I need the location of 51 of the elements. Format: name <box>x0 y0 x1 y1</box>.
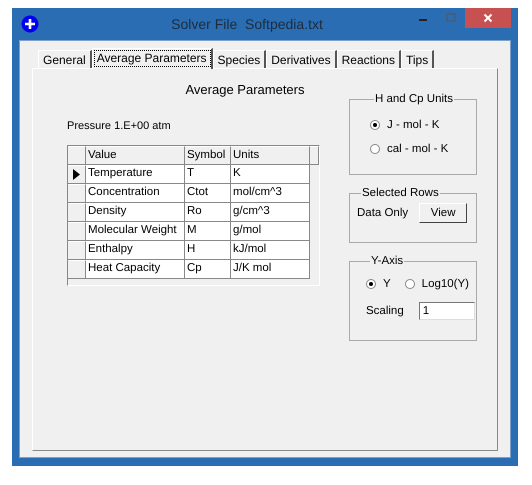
table-cell: g/cm^3 <box>231 203 310 222</box>
table-cell: Density <box>86 203 185 222</box>
radio-button[interactable] <box>404 279 415 289</box>
tab[interactable]: General <box>38 50 92 68</box>
section-heading: Average Parameters <box>184 82 306 97</box>
radio-option[interactable]: cal - mol - K <box>370 139 476 159</box>
radio-button[interactable] <box>370 144 380 154</box>
pressure-label: Pressure 1.E+00 atm <box>67 120 172 132</box>
radio-option[interactable]: Log10(Y) <box>404 274 469 294</box>
tab[interactable]: Average Parameters <box>92 48 213 69</box>
table-cell: M <box>185 222 231 241</box>
table-cell: J/K mol <box>231 260 310 279</box>
plus-icon <box>21 15 39 33</box>
table-cell: Enthalpy <box>86 241 185 260</box>
table-cell: Molecular Weight <box>86 222 185 241</box>
view-button[interactable]: View <box>419 203 468 223</box>
group-title: Y-Axis <box>370 255 404 267</box>
table-cell: Ctot <box>185 184 231 203</box>
column-header[interactable]: Units <box>231 146 310 165</box>
table-cell: Heat Capacity <box>86 260 185 279</box>
radio-option[interactable]: Y <box>366 274 391 294</box>
radio-button[interactable] <box>366 279 376 289</box>
group-title: H and Cp Units <box>374 93 454 105</box>
window-title: Solver File Softpedia.txt <box>170 16 324 32</box>
tab[interactable]: Reactions <box>336 50 401 68</box>
table-cell: Ro <box>185 203 231 222</box>
column-header[interactable]: Symbol <box>185 146 231 165</box>
table-cell: g/mol <box>231 222 310 241</box>
table-cell: Cp <box>185 260 231 279</box>
scaling-label: Scaling <box>366 305 404 317</box>
scaling-field[interactable]: 1 <box>418 302 475 320</box>
tab[interactable]: Tips <box>400 50 434 68</box>
table-cell: Concentration <box>86 184 185 203</box>
table-cell: K <box>231 165 310 184</box>
table-cell: T <box>185 165 231 184</box>
table-cell: mol/cm^3 <box>231 184 310 203</box>
tab[interactable]: Species <box>212 50 266 68</box>
maximize-icon <box>446 13 456 23</box>
table-cell: kJ/mol <box>231 241 310 260</box>
data-only-label: Data Only <box>357 207 408 219</box>
tab[interactable]: Derivatives <box>266 50 337 68</box>
table-cell: Temperature <box>86 165 185 184</box>
current-row-icon <box>73 169 80 180</box>
radio-option[interactable]: J - mol - K <box>370 115 476 135</box>
column-header[interactable]: Value <box>86 146 185 165</box>
close-button[interactable] <box>465 8 511 28</box>
radio-button[interactable] <box>370 120 380 130</box>
table-cell: H <box>185 241 231 260</box>
close-icon <box>483 13 493 23</box>
group-title: Selected Rows <box>361 187 440 199</box>
row-header[interactable] <box>68 165 86 184</box>
